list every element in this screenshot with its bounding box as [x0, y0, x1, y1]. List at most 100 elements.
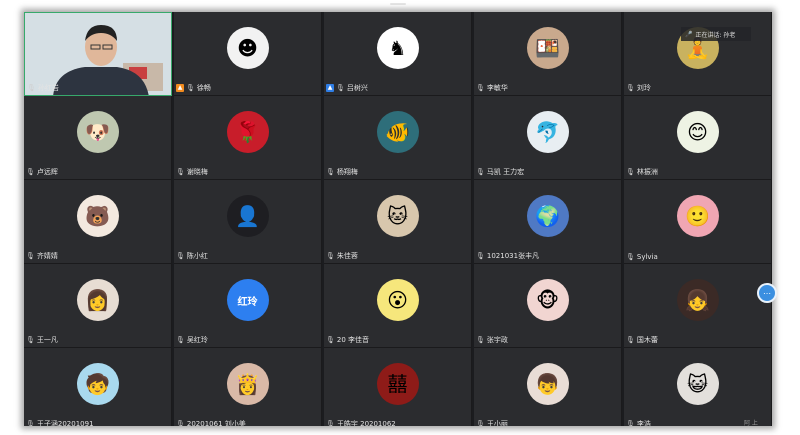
participant-tile[interactable]: 🧒 🎙 王子涵20201091	[24, 348, 172, 426]
participant-name: 陈小红	[186, 252, 208, 260]
participant-name-bar: 🎙 王子涵20201091	[26, 419, 169, 426]
participant-tile[interactable]: 🌍 🎙 1021031张丰凡	[474, 180, 622, 264]
participant-tile[interactable]: 囍 🎙 王皓宇 20201062	[324, 348, 472, 426]
participant-name-bar: 🎙 杨翔梅	[326, 167, 469, 177]
participant-name-bar: 🎙 谢晓梅	[176, 167, 319, 177]
mic-status-icon: 🎙	[626, 420, 635, 426]
participant-tile[interactable]: 👦 🎙 王小丽	[474, 348, 622, 426]
participant-tile[interactable]: 🌹 🎙 谢晓梅	[174, 96, 322, 180]
participant-name-bar: 🎙 孙红岩	[27, 83, 169, 93]
participant-tile[interactable]: 🐠 🎙 杨翔梅	[324, 96, 472, 180]
participant-name-bar: 🎙 张宇政	[476, 335, 619, 345]
avatar-image-icon: 囍	[387, 372, 408, 396]
mic-status-icon: 🎙	[26, 420, 35, 426]
mic-status-icon: 🎙	[326, 252, 335, 260]
avatar-image-icon: 🧘	[685, 36, 710, 60]
participant-avatar: 🐠	[376, 111, 419, 153]
participant-name-bar: ▲ 🎙 吕树兴	[326, 83, 469, 93]
participant-tile[interactable]: 🐵 🎙 张宇政	[474, 264, 622, 348]
participant-tile[interactable]: 🙂 🎙 Sylvia	[624, 180, 772, 264]
participant-avatar: ☻	[226, 27, 269, 69]
participant-avatar: 😮	[376, 279, 419, 321]
participant-name: 徐畅	[196, 84, 211, 92]
avatar-image-icon: 👸	[235, 372, 260, 396]
avatar-image-icon: 🙂	[685, 204, 710, 228]
mic-status-icon: 🎙	[26, 168, 35, 176]
avatar-image-icon: ♞	[388, 36, 407, 60]
participant-tile[interactable]: ☻ ▲ 🎙 徐畅	[174, 12, 322, 96]
participant-name: 林振洲	[636, 168, 658, 176]
avatar-image-icon: 🧒	[85, 372, 110, 396]
participant-tile[interactable]: 😺 🎙 李浩	[624, 348, 772, 426]
participant-tile[interactable]: 👩 🎙 王一凡	[24, 264, 172, 348]
mic-status-icon: 🎙	[176, 420, 185, 426]
participant-tile[interactable]: 🐶 🎙 卢远辉	[24, 96, 172, 180]
mic-status-icon: 🎙	[476, 336, 485, 344]
mic-status-icon: 🎙	[626, 336, 635, 344]
host-badge-icon: ▲	[176, 84, 184, 92]
participant-tile[interactable]: 🧘 🎙 刘玲	[624, 12, 772, 96]
avatar-image-icon: 🐱	[387, 204, 408, 228]
meeting-gallery-window: 🎙 孙红岩 ☻ ▲ 🎙 徐畅 ♞ ▲ 🎙 吕树兴 🍱 🎙 李敏华 🧘 🎙 刘玲 🐶 🎙 卢远辉 🌹 🎙 谢晓梅 🐠 🎙 杨翔梅 🐬…	[24, 12, 772, 426]
avatar-image-icon: 😺	[687, 372, 708, 396]
speaking-indicator-text: 正在讲话: 孙老	[695, 31, 736, 39]
participant-name: 杨翔梅	[336, 168, 358, 176]
avatar-image-icon: 😊	[687, 120, 708, 144]
avatar-image-icon: 👦	[535, 372, 560, 396]
more-icon: ⋯	[763, 288, 771, 298]
mic-status-icon: 🎙	[27, 84, 36, 92]
mic-status-icon: 🎙	[26, 252, 35, 260]
participant-tile[interactable]: 🐱 🎙 朱佳蓉	[324, 180, 472, 264]
mic-icon: 🎤	[685, 30, 693, 38]
participant-name-bar: 🎙 刘玲	[626, 83, 769, 93]
participant-avatar: 🌹	[226, 111, 269, 153]
participant-tile[interactable]: 👸 🎙 20201061 刘小美	[174, 348, 322, 426]
participant-tile[interactable]: 🐬 🎙 马凯 王力宏	[474, 96, 622, 180]
avatar-image-icon: 🌍	[535, 204, 560, 228]
participant-name-bar: 🎙 齐婧婧	[26, 251, 169, 261]
mic-status-icon: 🎙	[186, 84, 195, 92]
mic-status-icon: 🎙	[476, 252, 485, 260]
participant-tile[interactable]: 红玲 🎙 吴红玲	[174, 264, 322, 348]
avatar-image-icon: 🐵	[535, 288, 560, 312]
participant-avatar: 👩	[76, 279, 119, 321]
participant-tile[interactable]: 😊 🎙 林振洲	[624, 96, 772, 180]
participant-avatar: 🧒	[76, 363, 119, 405]
participant-name-bar: 🎙 王一凡	[26, 335, 169, 345]
participant-avatar: 🍱	[526, 27, 569, 69]
participant-name: 朱佳蓉	[336, 252, 358, 260]
window-drag-handle[interactable]	[390, 3, 406, 5]
participant-tile[interactable]: 🎙 孙红岩	[24, 12, 172, 96]
avatar-image-icon: 🌹	[235, 120, 260, 144]
participant-tile[interactable]: 👤 🎙 陈小红	[174, 180, 322, 264]
mic-status-icon: 🎙	[176, 336, 185, 344]
avatar-image-icon: ☻	[237, 36, 258, 60]
avatar-image-icon: 👩	[85, 288, 110, 312]
participant-name: 齐婧婧	[36, 252, 58, 260]
participant-name: 吕树兴	[346, 84, 368, 92]
mic-status-icon: 🎙	[326, 336, 335, 344]
participant-name-bar: 🎙 王小丽	[476, 419, 619, 426]
mic-status-icon: 🎙	[476, 84, 485, 92]
participant-tile[interactable]: 🐻 🎙 齐婧婧	[24, 180, 172, 264]
participant-tile[interactable]: 😮 🎙 20 李佳音	[324, 264, 472, 348]
avatar-image-icon: 🐻	[85, 204, 110, 228]
participant-name: 王小丽	[486, 420, 508, 426]
participant-name-bar: 🎙 陈小红	[176, 251, 319, 261]
participant-avatar: 😺	[676, 363, 719, 405]
avatar-image-icon: 👤	[235, 204, 260, 228]
participant-tile[interactable]: ♞ ▲ 🎙 吕树兴	[324, 12, 472, 96]
participant-avatar: 🌍	[526, 195, 569, 237]
participant-name-bar: ▲ 🎙 徐畅	[176, 83, 319, 93]
participant-tile[interactable]: 👧 🎙 国木蕾	[624, 264, 772, 348]
participant-name: 张宇政	[486, 336, 508, 344]
more-options-button[interactable]: ⋯	[757, 283, 777, 303]
participant-grid: 🎙 孙红岩 ☻ ▲ 🎙 徐畅 ♞ ▲ 🎙 吕树兴 🍱 🎙 李敏华 🧘 🎙 刘玲 🐶 🎙 卢远辉 🌹 🎙 谢晓梅 🐠 🎙 杨翔梅 🐬…	[24, 12, 772, 426]
participant-tile[interactable]: 🍱 🎙 李敏华	[474, 12, 622, 96]
mic-status-icon: 🎙	[626, 253, 635, 261]
mic-status-icon: 🎙	[176, 168, 185, 176]
participant-name-bar: 🎙 李敏华	[476, 83, 619, 93]
participant-name: 李敏华	[486, 84, 508, 92]
participant-name: 王一凡	[36, 336, 58, 344]
mic-status-icon: 🎙	[476, 168, 485, 176]
